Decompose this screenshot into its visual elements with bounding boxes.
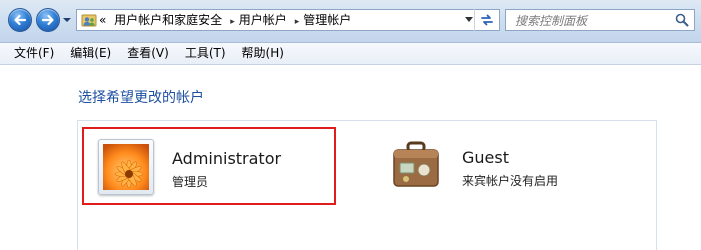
menu-help[interactable]: 帮助(H) [234, 43, 292, 64]
accounts-panel: Administrator 管理员 Guest 来宾帐户没有启用 [77, 120, 657, 250]
breadcrumb: « 用户帐户和家庭安全 ▸ 用户帐户 ▸ 管理帐户 [99, 10, 355, 30]
navigation-bar: « 用户帐户和家庭安全 ▸ 用户帐户 ▸ 管理帐户 [0, 0, 701, 43]
breadcrumb-item-user-accounts[interactable]: 用户帐户 [239, 13, 287, 27]
back-button[interactable] [8, 8, 32, 32]
menu-view[interactable]: 查看(V) [119, 43, 177, 64]
breadcrumb-overflow[interactable]: « [99, 13, 106, 27]
orange-flower-picture-icon [103, 144, 149, 190]
content-area: 选择希望更改的帐户 Administrator 管理员 Guest 来宾帐户没有… [0, 65, 701, 250]
page-title: 选择希望更改的帐户 [78, 90, 204, 106]
menu-file[interactable]: 文件(F) [0, 43, 62, 64]
account-tile-administrator[interactable]: Administrator 管理员 [82, 127, 336, 205]
search-icon[interactable] [675, 13, 689, 27]
breadcrumb-separator-icon[interactable]: ▸ [295, 17, 300, 27]
breadcrumb-item-family-safety[interactable]: 用户帐户和家庭安全 [114, 13, 222, 27]
avatar [390, 139, 446, 195]
account-name: Administrator [172, 149, 282, 168]
forward-button[interactable] [36, 8, 60, 32]
address-bar[interactable]: « 用户帐户和家庭安全 ▸ 用户帐户 ▸ 管理帐户 [76, 9, 500, 31]
refresh-icon [480, 14, 493, 26]
recent-pages-chevron-down-icon[interactable] [62, 16, 72, 24]
search-input[interactable] [513, 11, 672, 31]
account-type: 管理员 [172, 175, 209, 189]
breadcrumb-separator-icon[interactable]: ▸ [230, 17, 235, 27]
account-type: 来宾帐户没有启用 [462, 174, 559, 188]
search-box [505, 9, 695, 31]
breadcrumb-item-manage-accounts[interactable]: 管理帐户 [303, 13, 351, 27]
menu-bar: 文件(F) 编辑(E) 查看(V) 工具(T) 帮助(H) [0, 43, 701, 65]
account-name: Guest [462, 148, 509, 167]
address-chevron-down-icon[interactable] [465, 17, 473, 23]
suitcase-picture-icon [393, 141, 439, 187]
menu-tools[interactable]: 工具(T) [177, 43, 234, 64]
account-tile-guest[interactable]: Guest 来宾帐户没有启用 [388, 135, 628, 213]
forward-arrow-icon [41, 14, 54, 26]
back-arrow-icon [14, 14, 27, 26]
users-folder-icon [81, 14, 97, 27]
avatar [98, 139, 154, 195]
menu-edit[interactable]: 编辑(E) [62, 43, 119, 64]
refresh-button[interactable] [474, 9, 498, 31]
